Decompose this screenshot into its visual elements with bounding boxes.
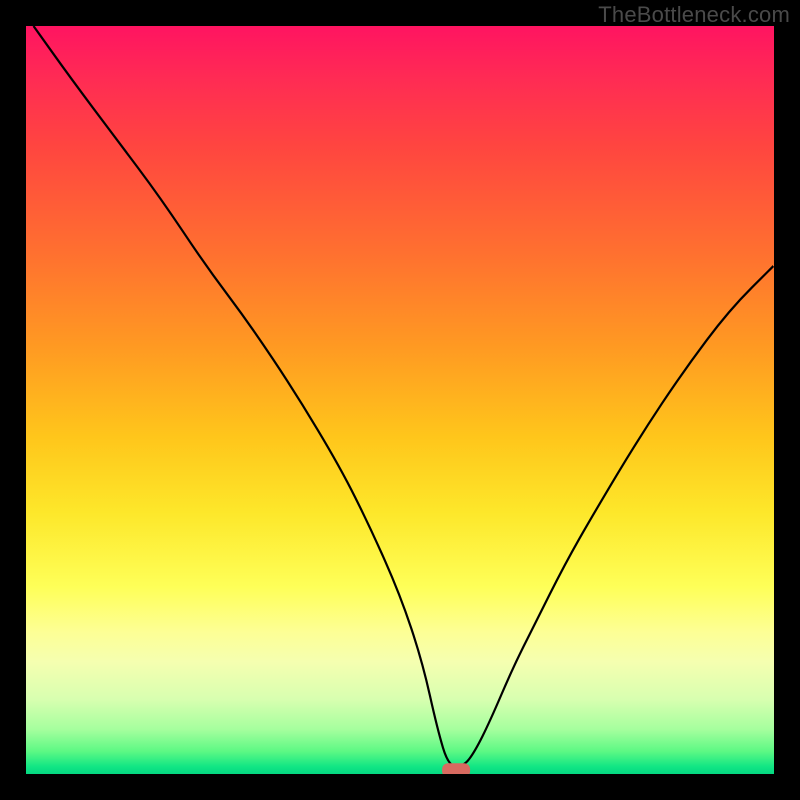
watermark-text: TheBottleneck.com: [598, 2, 790, 28]
bottleneck-curve: [34, 26, 775, 767]
plot-area: [26, 26, 774, 774]
curve-svg: [26, 26, 774, 774]
chart-frame: TheBottleneck.com: [0, 0, 800, 800]
optimal-marker: [442, 763, 470, 774]
